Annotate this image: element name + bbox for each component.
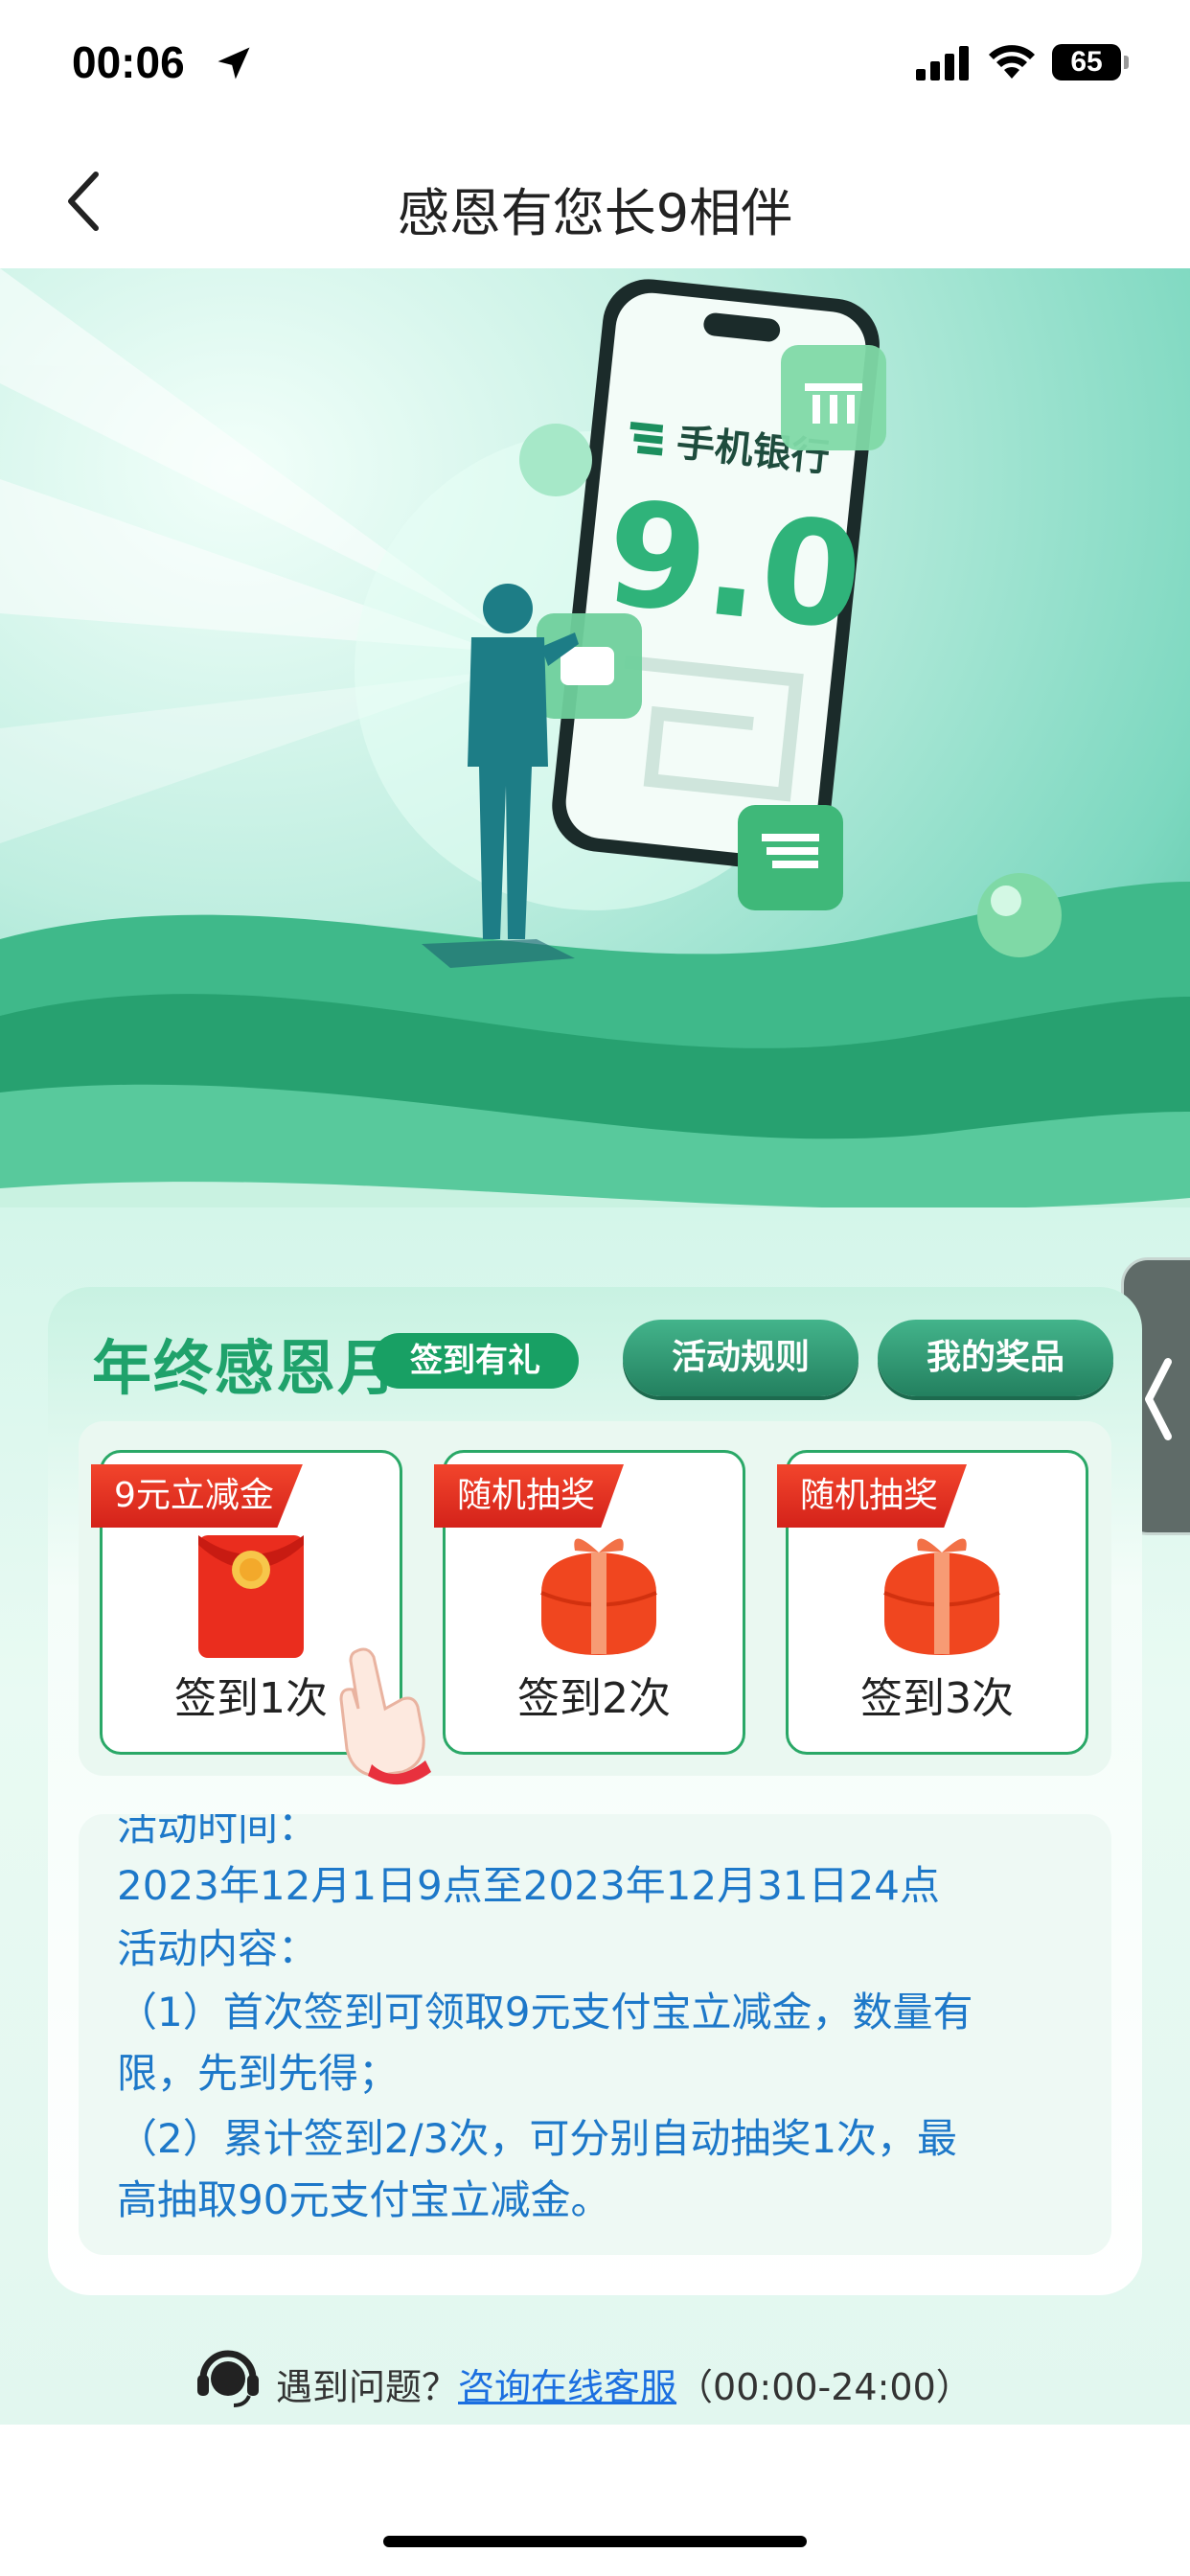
cellular-signal-icon (916, 46, 969, 80)
my-prizes-button[interactable]: 我的奖品 (878, 1320, 1113, 1396)
step-label: 签到3次 (860, 1674, 1014, 1723)
check-in-steps: 9元立减金 签到1次 随机抽奖 签到2次 随机抽奖 签到3次 (79, 1421, 1111, 1785)
step-reward-ribbon: 随机抽奖 (777, 1464, 968, 1528)
activity-info: 活动时间： 2023年12月1日9点至2023年12月31日24点 活动内容： … (79, 1814, 1111, 2255)
home-indicator (383, 2536, 807, 2547)
help-text: 遇到问题？咨询在线客服（00:00-24:00） (276, 2358, 973, 2410)
activity-item-2-line-2: 高抽取90元支付宝立减金。 (117, 2176, 611, 2223)
chevron-left-icon (1145, 1358, 1172, 1440)
step-label: 签到2次 (517, 1674, 671, 1723)
wifi-icon (989, 45, 1035, 79)
activity-time-value: 2023年12月1日9点至2023年12月31日24点 (117, 1862, 940, 1909)
step-reward-ribbon: 9元立减金 (91, 1464, 303, 1528)
activity-time-label: 活动时间： (117, 1814, 319, 1850)
help-footer: 遇到问题？咨询在线客服（00:00-24:00） (192, 2340, 1054, 2417)
gift-box-icon (883, 1538, 1000, 1655)
activity-rules-button[interactable]: 活动规则 (623, 1320, 858, 1396)
customer-service-headset-icon (197, 2350, 259, 2407)
activity-item-1-line-1: （1）首次签到可领取9元支付宝立减金，数量有 (117, 1989, 973, 2036)
campaign-title: 年终感恩月 (92, 1333, 400, 1403)
activity-content-label: 活动内容： (117, 1925, 319, 1972)
banner-illustration: 手机银行 9.0 (0, 268, 1190, 1265)
hero-banner: 手机银行 9.0 (0, 268, 1190, 1265)
check-in-step-3[interactable]: 随机抽奖 签到3次 (777, 1450, 1088, 1755)
check-in-card: 年终感恩月 签到有礼 活动规则 我的奖品 9元立减金 签到1次 随机抽奖 签到2… (48, 1287, 1142, 2295)
campaign-subtitle-badge: 签到有礼 (372, 1333, 579, 1389)
pointing-hand-icon (339, 1647, 431, 1785)
activity-item-1-line-2: 限，先到先得； (117, 2050, 400, 2097)
location-arrow-icon (217, 47, 250, 80)
online-service-link[interactable]: 咨询在线客服 (458, 2366, 676, 2408)
red-envelope-icon (198, 1535, 304, 1658)
help-question: 遇到问题？ (276, 2366, 459, 2408)
page-title: 感恩有您长9相伴 (397, 183, 793, 243)
status-time: 00:06 (72, 37, 185, 87)
activity-item-2-line-1: （2）累计签到2/3次，可分别自动抽奖1次，最 (117, 2115, 958, 2162)
step-reward-ribbon: 随机抽奖 (434, 1464, 625, 1528)
check-in-step-2[interactable]: 随机抽奖 签到2次 (434, 1450, 745, 1755)
status-bar: 00:06 65 (0, 0, 1190, 134)
navigation-bar: 感恩有您长9相伴 (0, 134, 1190, 268)
service-hours: （00:00-24:00） (676, 2366, 973, 2408)
gift-box-icon (540, 1538, 657, 1655)
battery-indicator: 65 (1052, 44, 1129, 80)
